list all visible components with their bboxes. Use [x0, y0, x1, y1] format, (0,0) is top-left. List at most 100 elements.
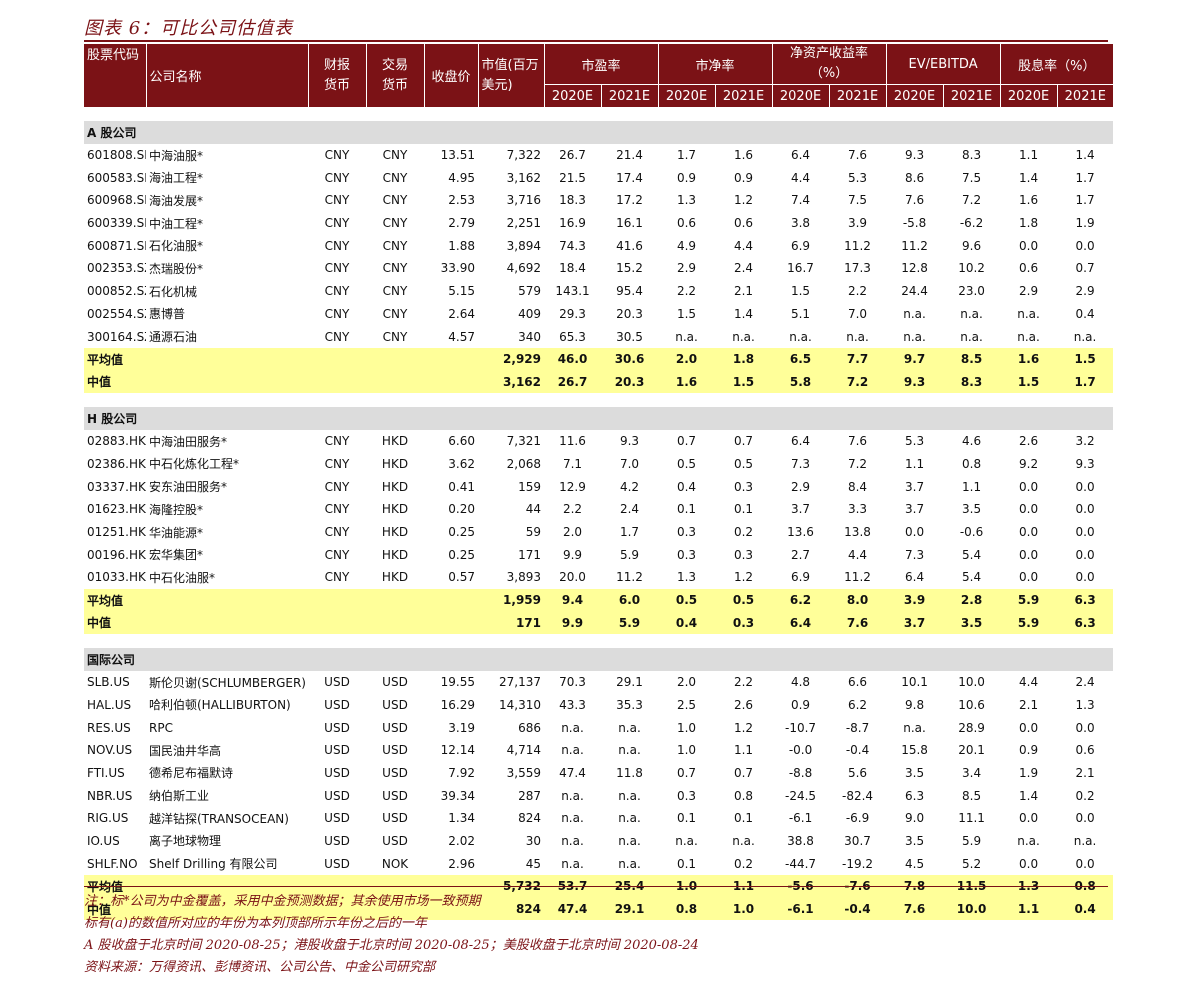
ev-ebitda-2020e: -5.8: [902, 216, 927, 231]
dividend-yield-2020e: 2.6: [1019, 434, 1039, 449]
stock-code: 601808.SH: [87, 148, 146, 163]
close-price: 0.25: [448, 525, 475, 540]
report-currency: CNY: [324, 148, 350, 163]
pe-2021e: 21.4: [616, 148, 643, 163]
ev-ebitda-2020e: 9.3: [886, 370, 944, 394]
report-currency: USD: [324, 697, 350, 712]
trade-currency: HKD: [381, 502, 409, 517]
ev-ebitda-2020e: 5.3: [905, 434, 925, 449]
dividend-yield-2020e: 1.4: [1019, 170, 1039, 185]
market-cap: 45: [525, 856, 541, 871]
pb-2021e: 1.2: [733, 570, 754, 585]
table-row: FTI.US 德希尼布福默诗 USD USD 7.92 3,559 47.4 11.8 0.7 0…: [84, 762, 1113, 785]
dividend-yield-2020e: n.a.: [1017, 306, 1040, 321]
company-name: Shelf Drilling 有限公司: [149, 857, 278, 872]
pe-2020e: n.a.: [561, 811, 584, 826]
pe-2021e: 17.4: [616, 170, 643, 185]
roe-2021e: -8.7: [845, 720, 870, 735]
pb-2020e: 2.0: [676, 675, 697, 690]
report-currency: USD: [324, 720, 350, 735]
pe-2020e: 9.9: [562, 547, 583, 562]
stock-code: IO.US: [87, 833, 120, 848]
trade-currency: HKD: [381, 570, 409, 585]
company-name: 杰瑞股份*: [149, 261, 204, 276]
dividend-yield-2021e: 1.5: [1057, 347, 1114, 371]
valuation-table: 股票代码 公司名称 财报货币 交易货币 收盘价 市值(百万美元) 市盈率 市净率…: [84, 44, 1114, 921]
report-currency: CNY: [324, 216, 350, 231]
ev-ebitda-2021e: 0.8: [962, 456, 982, 471]
roe-2021e: -19.2: [842, 856, 874, 871]
pe-2020e: 12.9: [559, 479, 586, 494]
dividend-yield-2021e: 0.0: [1075, 856, 1095, 871]
dividend-yield-2021e: 0.0: [1075, 502, 1095, 517]
company-name: 海隆控股*: [149, 502, 204, 517]
market-cap: 340: [518, 329, 541, 344]
ev-ebitda-2021e: 10.6: [958, 697, 985, 712]
roe-2020e: 2.7: [790, 547, 811, 562]
roe-2021e: 8.4: [847, 479, 868, 494]
dividend-yield-2020e: n.a.: [1017, 329, 1040, 344]
company-name: 中石化炼化工程*: [149, 457, 240, 472]
close-price: 2.79: [448, 216, 475, 231]
pb-2021e: 1.8: [715, 347, 773, 371]
pb-2021e: 0.7: [733, 765, 754, 780]
roe-2020e: 6.9: [790, 570, 811, 585]
company-name: 惠博普: [149, 307, 186, 322]
market-cap: 59: [525, 525, 541, 540]
dividend-yield-2020e: 5.9: [1000, 588, 1058, 612]
roe-2021e: 6.6: [847, 675, 868, 690]
roe-2021e: 30.7: [844, 833, 871, 848]
roe-2020e: 7.4: [790, 193, 811, 208]
header-pb: 市净率: [657, 44, 773, 85]
pb-2020e: 1.0: [676, 720, 697, 735]
section-header-row: H 股公司: [84, 407, 1114, 430]
pe-2020e: n.a.: [561, 788, 584, 803]
pe-2020e: n.a.: [561, 743, 584, 758]
roe-2020e: 5.1: [790, 306, 811, 321]
spacer-cell: [84, 107, 1113, 121]
table-row: 600871.SH石化油服* CNY CNY 1.88 3,894 74.3 41.6 4.9…: [84, 234, 1113, 257]
section-spacer: [84, 107, 1113, 121]
ev-ebitda-2021e: -6.2: [959, 216, 984, 231]
median-row: 中值 3,162 26.7 20.3 1.6 1.5 5.8 7.2 9.3 8.3 1.5 1.7: [84, 370, 1114, 394]
roe-2021e: 7.6: [847, 148, 868, 163]
market-cap: 3,716: [506, 193, 541, 208]
stock-code: 300164.SZ: [87, 329, 146, 344]
pb-2020e: 0.5: [658, 588, 716, 612]
header-year: 2020E: [771, 84, 830, 107]
roe-2020e: 0.9: [790, 697, 811, 712]
stock-code: RIG.US: [87, 811, 129, 826]
stock-code: 01251.HK: [87, 525, 146, 540]
table-row: 02386.HK 中石化炼化工程* CNY HKD 3.62 2,068 7.1 7.0 0.5…: [84, 453, 1113, 476]
company-name: 国民油井华高: [149, 743, 222, 758]
pb-2020e: 1.6: [658, 370, 716, 394]
ev-ebitda-2021e: 8.3: [943, 370, 1001, 394]
company-name: 通源石油: [149, 330, 198, 345]
close-price: 0.41: [448, 479, 475, 494]
ev-ebitda-2020e: 15.8: [901, 743, 928, 758]
close-price: 1.34: [448, 811, 475, 826]
pb-2020e: 0.6: [676, 216, 697, 231]
market-cap: 44: [525, 502, 541, 517]
pe-2021e: 29.1: [616, 675, 643, 690]
pe-2020e: 26.7: [544, 370, 601, 394]
pb-2021e: 1.2: [733, 193, 754, 208]
trade-currency: USD: [382, 811, 408, 826]
market-cap: 159: [518, 479, 541, 494]
dividend-yield-2020e: 1.6: [1019, 193, 1039, 208]
header-pe: 市盈率: [543, 44, 659, 85]
roe-2021e: -6.9: [845, 811, 870, 826]
pe-2021e: 5.9: [601, 611, 659, 635]
pb-2020e: 0.1: [676, 502, 697, 517]
roe-2020e: 3.7: [790, 502, 811, 517]
trade-currency: CNY: [382, 170, 408, 185]
ev-ebitda-2021e: 5.4: [962, 547, 982, 562]
pe-2020e: 47.4: [559, 765, 586, 780]
dividend-yield-2020e: n.a.: [1017, 833, 1040, 848]
header-trade-currency: 交易货币: [365, 44, 424, 107]
section-spacer: [84, 393, 1113, 407]
header-dividend-yield: 股息率（%）: [999, 44, 1114, 85]
pb-2021e: 2.4: [733, 261, 754, 276]
roe-2021e: 7.6: [829, 611, 887, 635]
company-name: 中油工程*: [149, 216, 204, 231]
